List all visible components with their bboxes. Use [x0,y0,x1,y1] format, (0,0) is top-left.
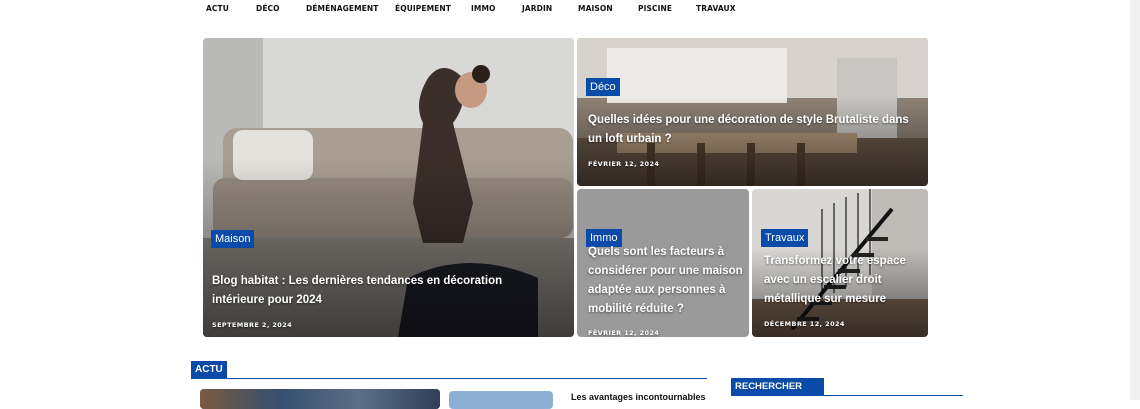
card-title[interactable]: Quelles idées pour une décoration de sty… [588,111,924,149]
nav-item-jardin[interactable]: JARDIN [522,0,552,18]
nav-item-piscine[interactable]: PISCINE [638,0,672,18]
section-divider [191,378,707,379]
nav-item-deco[interactable]: DÉCO [256,0,280,18]
nav-item-actu[interactable]: ACTU [206,0,229,18]
section-title: RECHERCHER [731,378,824,395]
card-title[interactable]: Blog habitat : Les dernières tendances e… [212,272,552,310]
featured-card-maison[interactable]: Maison Blog habitat : Les dernières tend… [203,38,574,337]
section-title: ACTU [191,361,227,378]
card-date: SEPTEMBRE 2, 2024 [212,321,293,329]
card-date: FÉVRIER 12, 2024 [588,160,660,168]
category-badge[interactable]: Maison [211,230,255,248]
featured-card-deco[interactable]: Déco Quelles idées pour une décoration d… [577,38,928,186]
card-date: DÉCEMBRE 12, 2024 [764,320,845,328]
card-title[interactable]: Quels sont les facteurs à considérer pou… [588,243,744,319]
article-thumbnail[interactable] [200,389,440,409]
nav-item-demenagement[interactable]: DÉMÉNAGEMENT [306,0,378,18]
article-title[interactable]: Les avantages incontournables [571,392,706,402]
section-header-search: RECHERCHER [731,378,963,396]
card-shade [203,157,574,337]
nav-item-maison[interactable]: MAISON [578,0,613,18]
category-badge[interactable]: Déco [586,78,620,96]
nav-item-immo[interactable]: IMMO [471,0,496,18]
card-date: FÉVRIER 12, 2024 [588,329,660,337]
featured-card-travaux[interactable]: Travaux Transformez votre espace avec un… [752,189,928,337]
article-thumbnail[interactable] [449,391,553,409]
section-divider [731,395,963,396]
page-scrollbar[interactable] [1130,0,1140,400]
card-title[interactable]: Transformez votre espace avec un escalie… [764,252,926,309]
nav-item-equipement[interactable]: ÉQUIPEMENT [395,0,451,18]
nav-item-travaux[interactable]: TRAVAUX [696,0,736,18]
category-badge[interactable]: Travaux [761,229,809,247]
section-header-actu: ACTU [191,361,707,379]
featured-card-immo[interactable]: Immo Quels sont les facteurs à considére… [577,189,749,337]
